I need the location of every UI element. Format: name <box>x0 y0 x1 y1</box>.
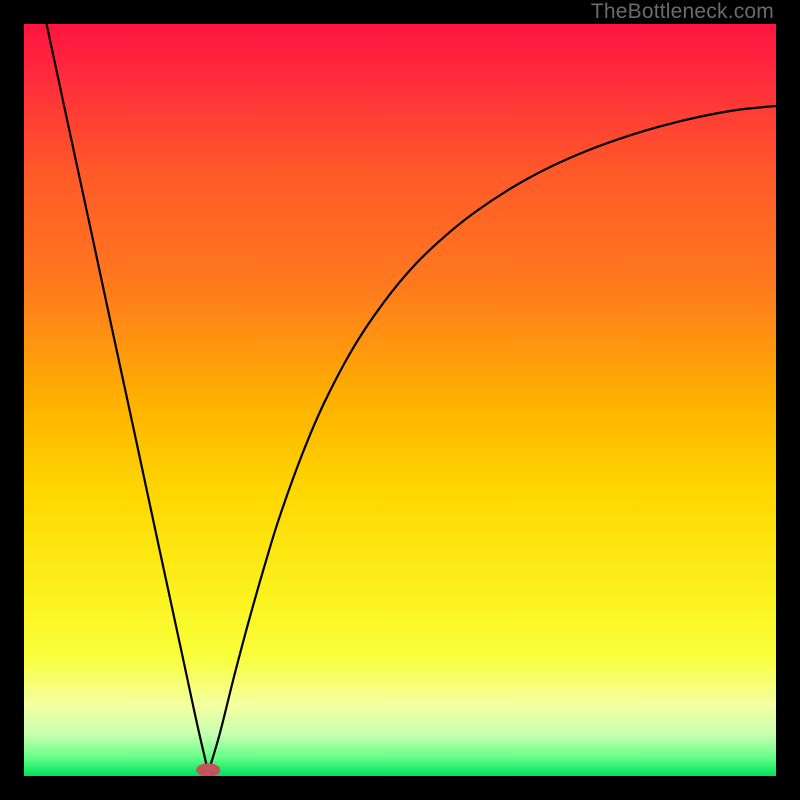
chart-frame: TheBottleneck.com <box>0 0 800 800</box>
bottleneck-chart <box>24 24 776 776</box>
plot-area <box>24 24 776 776</box>
watermark-text: TheBottleneck.com <box>591 0 774 24</box>
gradient-background <box>24 24 776 776</box>
